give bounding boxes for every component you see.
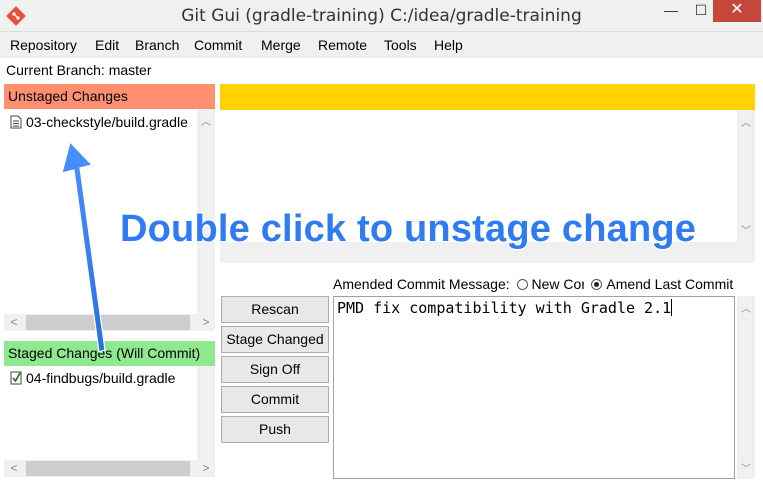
menu-bar: Repository Edit Branch Commit Merge Remo… <box>0 32 763 58</box>
scroll-right-icon[interactable]: > <box>198 315 214 329</box>
scroll-up-icon[interactable]: ︿ <box>738 300 754 315</box>
scroll-right-icon[interactable]: > <box>198 461 214 475</box>
scroll-thumb[interactable] <box>26 315 190 330</box>
commit-message-text: PMD fix compatibility with Gradle 2.1 <box>337 299 672 317</box>
text-caret <box>671 299 673 316</box>
staged-file-name: 04-findbugs/build.gradle <box>26 370 176 386</box>
title-bar: Git Gui (gradle-training) C:/idea/gradle… <box>0 0 763 32</box>
diff-header <box>220 84 755 110</box>
menu-merge[interactable]: Merge <box>261 37 301 53</box>
menu-commit[interactable]: Commit <box>194 37 242 53</box>
commit-vertical-scrollbar[interactable]: ︿ ﹀ <box>737 296 755 479</box>
menu-edit[interactable]: Edit <box>95 37 119 53</box>
scroll-up-icon[interactable]: ︿ <box>198 113 214 128</box>
new-commit-label[interactable]: New Commit <box>532 276 584 292</box>
stage-changed-button[interactable]: Stage Changed <box>221 326 329 353</box>
scroll-left-icon[interactable]: < <box>6 315 22 329</box>
document-icon <box>10 115 22 129</box>
scroll-down-icon[interactable]: ﹀ <box>738 460 754 475</box>
unstaged-changes-header: Unstaged Changes <box>4 84 215 109</box>
amend-last-commit-radio[interactable] <box>591 279 603 290</box>
unstaged-horizontal-scrollbar[interactable]: < > <box>4 314 215 331</box>
close-button[interactable]: ✕ <box>713 0 761 22</box>
annotation-text: Double click to unstage change <box>120 208 697 250</box>
commit-options-bar: Amended Commit Message: New Commit Amend… <box>333 276 733 292</box>
amend-last-commit-label[interactable]: Amend Last Commit <box>606 276 733 292</box>
sign-off-button[interactable]: Sign Off <box>221 356 329 383</box>
scroll-left-icon[interactable]: < <box>6 461 22 475</box>
staged-vertical-scrollbar[interactable] <box>197 366 215 460</box>
menu-branch[interactable]: Branch <box>135 37 179 53</box>
commit-button[interactable]: Commit <box>221 386 329 413</box>
current-branch-label: Current Branch: master <box>6 62 152 78</box>
new-commit-radio[interactable] <box>516 279 528 290</box>
staged-file-list[interactable]: 04-findbugs/build.gradle <box>4 366 197 460</box>
scroll-up-icon[interactable]: ︿ <box>738 114 754 129</box>
diff-vertical-scrollbar[interactable]: ︿ ﹀ <box>737 110 755 242</box>
menu-tools[interactable]: Tools <box>384 37 417 53</box>
unstaged-file-item[interactable]: 03-checkstyle/build.gradle <box>10 114 197 130</box>
window-title: Git Gui (gradle-training) C:/idea/gradle… <box>181 6 582 26</box>
staged-file-item[interactable]: 04-findbugs/build.gradle <box>10 370 197 386</box>
rescan-button[interactable]: Rescan <box>221 296 329 323</box>
menu-help[interactable]: Help <box>434 37 463 53</box>
checked-file-icon <box>10 371 22 385</box>
push-button[interactable]: Push <box>221 416 329 443</box>
commit-message-label: Amended Commit Message: <box>333 276 510 292</box>
scroll-down-icon[interactable]: ﹀ <box>738 222 754 237</box>
maximize-button[interactable]: ☐ <box>686 0 716 22</box>
staged-changes-header: Staged Changes (Will Commit) <box>4 341 215 366</box>
scroll-thumb[interactable] <box>26 461 190 476</box>
unstaged-file-name: 03-checkstyle/build.gradle <box>26 114 188 130</box>
minimize-button[interactable]: — <box>656 0 686 22</box>
menu-remote[interactable]: Remote <box>318 37 367 53</box>
menu-repository[interactable]: Repository <box>10 37 77 53</box>
commit-message-input[interactable]: PMD fix compatibility with Gradle 2.1 <box>333 296 735 479</box>
staged-horizontal-scrollbar[interactable]: < > <box>4 460 215 477</box>
